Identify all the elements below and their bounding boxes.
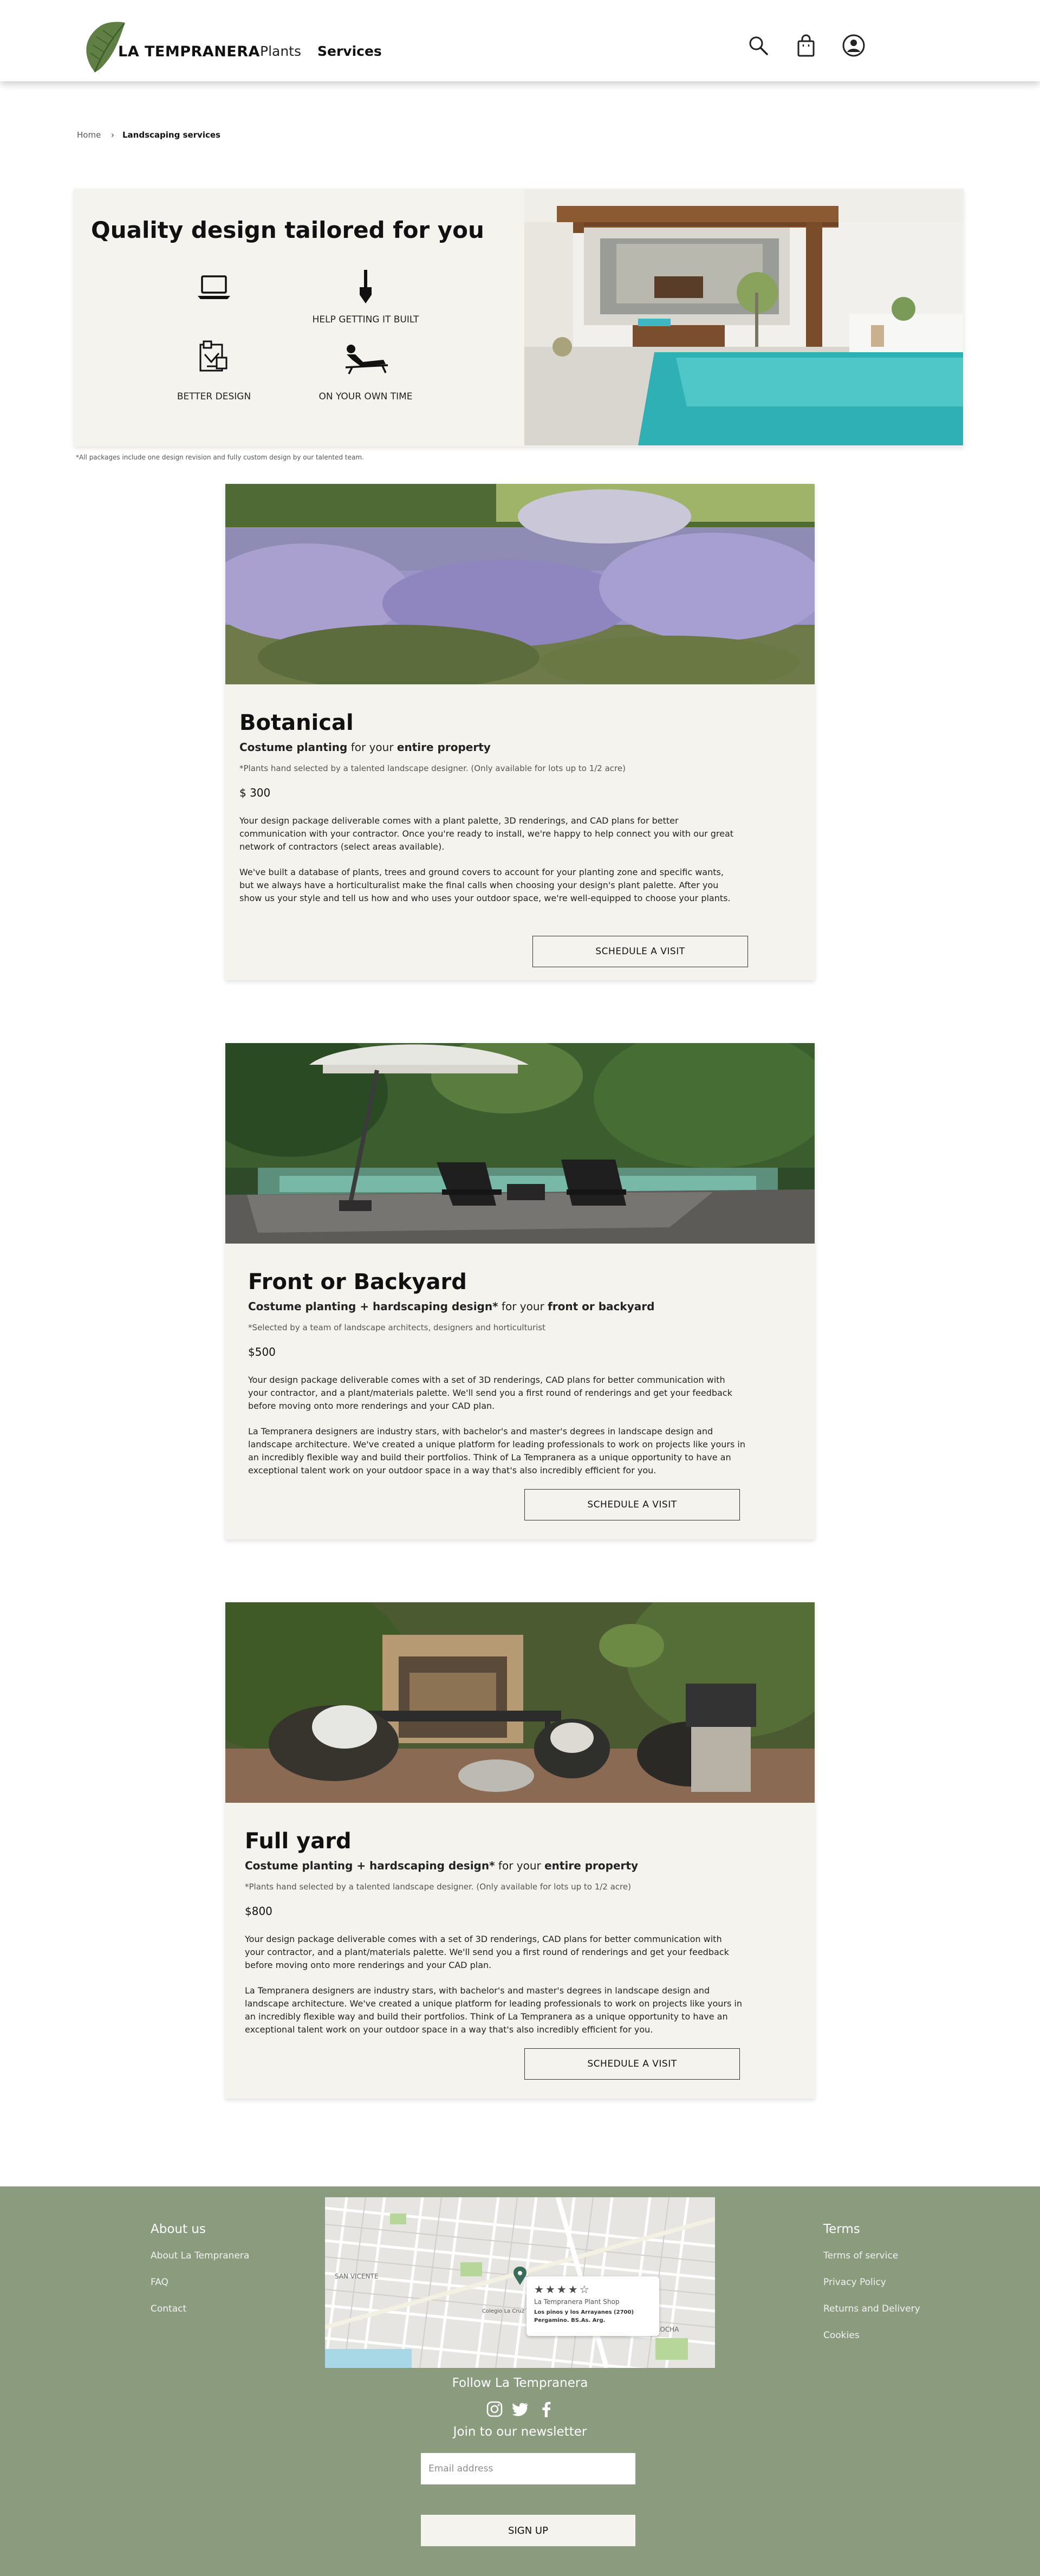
brand-name[interactable]: LA TEMPRANERA [118, 43, 260, 60]
package-card-botanical: Botanical Costume planting for your enti… [225, 484, 815, 980]
package-note: *Selected by a team of landscape archite… [248, 1323, 545, 1332]
footer-link-faq[interactable]: FAQ [151, 2277, 168, 2288]
package-description-2: La Tempranera designers are industry sta… [245, 1985, 742, 2035]
package-title: Full yard [245, 1829, 352, 1854]
footer-terms-heading: Terms [823, 2222, 860, 2236]
package-price: $ 300 [239, 786, 271, 799]
package-price: $800 [245, 1905, 272, 1918]
site-footer: About us About La Tempranera FAQ Contact [0, 2186, 1040, 2576]
footer-link-returns[interactable]: Returns and Delivery [823, 2303, 920, 2314]
shovel-icon [360, 270, 372, 303]
nav-services[interactable]: Services [317, 43, 382, 59]
breadcrumb-current: Landscaping services [122, 130, 220, 140]
package-description-1: Your design package deliverable comes wi… [239, 815, 734, 852]
package-description-2: La Tempranera designers are industry sta… [248, 1426, 745, 1475]
map-address-line-2: Pergamino. BS.As. Arg. [534, 2318, 606, 2323]
schedule-visit-button[interactable]: SCHEDULE A VISIT [524, 2048, 740, 2080]
newsletter-signup-button[interactable]: SIGN UP [421, 2515, 635, 2546]
schedule-visit-button[interactable]: SCHEDULE A VISIT [524, 1489, 740, 1520]
nav-plants[interactable]: Plants [260, 43, 301, 59]
feature-label-design: BETTER DESIGN [177, 391, 251, 402]
package-note: *Plants hand selected by a talented land… [239, 763, 626, 773]
feature-label-help: HELP GETTING IT BUILT [312, 314, 419, 325]
facebook-icon[interactable] [537, 2400, 556, 2418]
packages-disclaimer: *All packages include one design revisio… [76, 454, 364, 461]
map-label-colegio: Colegio La Cruz [482, 2308, 524, 2314]
package-card-front-backyard: Front or Backyard Costume planting + har… [225, 1043, 815, 1539]
map-label-san-vicente: SAN VICENTE [335, 2273, 378, 2280]
follow-heading: Follow La Tempranera [452, 2376, 588, 2390]
package-title: Front or Backyard [248, 1270, 467, 1295]
lounge-chair-icon [345, 345, 388, 374]
laptop-icon [198, 275, 230, 299]
package-subtitle: Costume planting + hardscaping design* f… [248, 1300, 655, 1313]
map-shop-name: La Tempranera Plant Shop [534, 2298, 620, 2306]
breadcrumb-home[interactable]: Home [77, 130, 101, 140]
store-location-map[interactable]: SAN VICENTE ROCHA Colegio La Cruz ★★★★☆ … [325, 2197, 715, 2368]
backyard-lounge-photo [225, 1602, 815, 1803]
hero-pool-photo [524, 190, 963, 445]
feature-label-time: ON YOUR OWN TIME [318, 391, 413, 402]
hero-title: Quality design tailored for you [91, 217, 484, 243]
site-header: LA TEMPRANERA Plants Services [0, 0, 1040, 81]
footer-about-heading: About us [151, 2222, 206, 2236]
footer-link-terms[interactable]: Terms of service [823, 2250, 898, 2261]
package-description-2: We've built a database of plants, trees … [239, 867, 731, 903]
blueprint-icon [199, 340, 227, 372]
package-note: *Plants hand selected by a talented land… [245, 1882, 631, 1892]
twitter-icon[interactable] [511, 2400, 530, 2418]
breadcrumb-separator: › [111, 130, 114, 140]
package-subtitle: Costume planting for your entire propert… [239, 741, 491, 754]
package-subtitle: Costume planting + hardscaping design* f… [245, 1859, 638, 1872]
pool-deck-photo [225, 1043, 815, 1244]
footer-link-privacy[interactable]: Privacy Policy [823, 2277, 886, 2288]
package-card-full-yard: Full yard Costume planting + hardscaping… [225, 1602, 815, 2099]
lavender-garden-photo [225, 484, 815, 684]
footer-link-about[interactable]: About La Tempranera [151, 2250, 249, 2261]
user-circle-icon[interactable] [842, 34, 866, 57]
package-description-1: Your design package deliverable comes wi… [245, 1934, 729, 1970]
footer-link-cookies[interactable]: Cookies [823, 2330, 860, 2341]
schedule-visit-button[interactable]: SCHEDULE A VISIT [532, 936, 748, 967]
package-price: $500 [248, 1345, 276, 1358]
map-store-card[interactable]: ★★★★☆ La Tempranera Plant Shop Los pinos… [526, 2276, 659, 2336]
map-address-line-1: Los pinos y los Arrayanes (2700) [534, 2309, 634, 2315]
shopping-bag-icon[interactable] [794, 34, 818, 57]
footer-link-contact[interactable]: Contact [151, 2303, 186, 2314]
package-description-1: Your design package deliverable comes wi… [248, 1375, 732, 1411]
package-title: Botanical [239, 710, 354, 735]
newsletter-heading: Join to our newsletter [453, 2425, 587, 2439]
search-icon[interactable] [746, 34, 770, 57]
newsletter-email-input[interactable] [421, 2453, 635, 2484]
instagram-icon[interactable] [485, 2400, 504, 2418]
rating-stars: ★★★★☆ [534, 2283, 591, 2296]
